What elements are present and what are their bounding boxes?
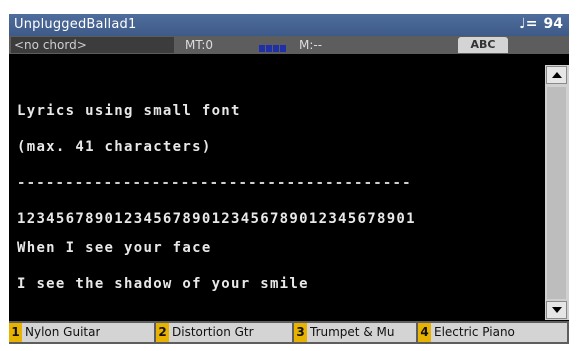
pad-1[interactable]: 1 Nylon Guitar xyxy=(9,323,154,342)
title-bar: UnpluggedBallad1 ♩= 94 xyxy=(9,14,569,36)
lyrics-area: Lyrics using small font (max. 41 charact… xyxy=(9,54,545,321)
info-bar: <no chord> MT:0 M:-- ABC xyxy=(9,36,569,54)
pad-bar: 1 Nylon Guitar 2 Distortion Gtr 3 Trumpet &… xyxy=(9,321,569,344)
vertical-scrollbar[interactable] xyxy=(545,65,569,320)
pad-label: Electric Piano xyxy=(434,325,515,339)
lyrics-screen: UnpluggedBallad1 ♩= 94 <no chord> MT:0 M:… xyxy=(9,14,569,344)
song-name[interactable]: UnpluggedBallad1 xyxy=(14,17,136,32)
pad-label: Distortion Gtr xyxy=(172,325,254,339)
scroll-down-button[interactable] xyxy=(546,301,567,319)
beat-indicator xyxy=(259,41,287,55)
pad-2[interactable]: 2 Distortion Gtr xyxy=(156,323,292,342)
pad-number: 1 xyxy=(9,323,22,342)
lyric-line: (max. 41 characters) xyxy=(17,139,212,155)
scroll-up-button[interactable] xyxy=(546,66,567,84)
tempo-value: 94 xyxy=(543,16,563,32)
beat-led xyxy=(266,45,272,52)
pad-number: 2 xyxy=(156,323,169,342)
lyric-line: 1234567890123456789012345678901234567890… xyxy=(17,211,416,227)
lyric-line: Lyrics using small font xyxy=(17,103,241,119)
master-transpose: MT:0 xyxy=(185,38,214,52)
pad-label: Nylon Guitar xyxy=(25,325,101,339)
measure-display: M:-- xyxy=(299,38,323,52)
lyric-line: I see the shadow of your smile xyxy=(17,276,309,292)
pad-label: Trumpet & Mu xyxy=(310,325,395,339)
beat-led xyxy=(259,45,265,52)
scroll-track[interactable] xyxy=(547,87,566,299)
pad-number: 3 xyxy=(294,323,307,342)
separator-line: ----------------------------------------… xyxy=(17,175,412,191)
chord-display: <no chord> xyxy=(11,37,174,53)
arrow-down-icon xyxy=(552,307,562,313)
pad-3[interactable]: 3 Trumpet & Mu xyxy=(294,323,416,342)
pad-number: 4 xyxy=(418,323,431,342)
quarter-note-icon: ♩= xyxy=(519,16,538,32)
arrow-up-icon xyxy=(552,72,562,78)
lyric-line: When I see your face xyxy=(17,240,212,256)
beat-led xyxy=(273,45,279,52)
beat-led xyxy=(280,45,286,52)
pad-4[interactable]: 4 Electric Piano xyxy=(418,323,567,342)
abc-tab[interactable]: ABC xyxy=(458,37,508,53)
tempo-display[interactable]: ♩= 94 xyxy=(519,16,563,32)
